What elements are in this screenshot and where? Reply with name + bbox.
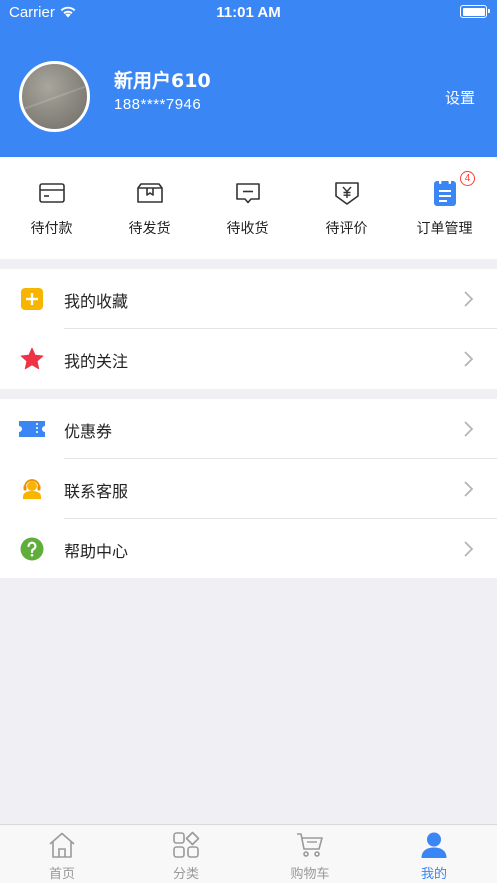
menu-item-favorites[interactable]: 我的收藏 <box>0 269 497 329</box>
status-bar: Carrier 11:01 AM <box>0 0 497 26</box>
cart-icon <box>297 833 323 857</box>
order-management[interactable]: 4 订单管理 <box>395 157 494 259</box>
order-label: 待付款 <box>30 221 73 237</box>
order-shortcuts: 待付款 待发货 待收货 待评价 4 订单管理 <box>0 157 497 259</box>
chevron-right-icon <box>464 351 473 367</box>
ticket-icon <box>19 421 45 437</box>
chevron-right-icon <box>464 541 473 557</box>
menu-group-favorites: 我的收藏 我的关注 <box>0 269 497 389</box>
tab-cart[interactable]: 购物车 <box>248 825 372 883</box>
menu-item-customer-service[interactable]: 联系客服 <box>0 459 497 519</box>
yen-tag-icon <box>335 182 359 205</box>
star-icon <box>20 347 44 370</box>
message-icon <box>236 183 260 204</box>
order-list-icon <box>434 180 456 206</box>
order-pending-review[interactable]: 待评价 <box>297 157 396 259</box>
menu-group-services: 优惠券 联系客服 帮助中心 <box>0 399 497 578</box>
chevron-right-icon <box>464 481 473 497</box>
order-pending-receipt[interactable]: 待收货 <box>198 157 297 259</box>
tab-category[interactable]: 分类 <box>124 825 248 883</box>
order-label: 订单管理 <box>416 221 473 237</box>
chevron-right-icon <box>464 421 473 437</box>
settings-link[interactable]: 设置 <box>445 87 475 108</box>
category-icon <box>173 831 200 858</box>
menu-label: 我的关注 <box>64 352 129 371</box>
tab-mine[interactable]: 我的 <box>372 825 496 883</box>
tab-label: 首页 <box>48 867 75 882</box>
user-icon <box>421 832 447 858</box>
menu-item-following[interactable]: 我的关注 <box>0 329 497 389</box>
package-icon <box>137 183 163 203</box>
plus-square-icon <box>21 288 43 310</box>
order-pending-payment[interactable]: 待付款 <box>2 157 101 259</box>
profile-header: Carrier 11:01 AM 新用户610 188****7946 设置 <box>0 0 497 157</box>
tab-bar: 首页 分类 购物车 我的 <box>0 824 497 883</box>
order-pending-shipment[interactable]: 待发货 <box>100 157 199 259</box>
user-name: 新用户610 <box>114 70 211 92</box>
order-label: 待评价 <box>325 221 368 237</box>
order-label: 待收货 <box>226 221 269 237</box>
tab-label: 分类 <box>172 867 199 882</box>
tab-label: 我的 <box>420 867 447 882</box>
menu-label: 优惠券 <box>64 422 113 441</box>
avatar[interactable] <box>19 61 90 132</box>
user-phone: 188****7946 <box>114 96 202 113</box>
home-icon <box>49 832 75 858</box>
wallet-icon <box>39 183 65 203</box>
tab-home[interactable]: 首页 <box>0 825 124 883</box>
menu-item-help-center[interactable]: 帮助中心 <box>0 519 497 579</box>
order-label: 待发货 <box>128 221 171 237</box>
order-count-badge: 4 <box>460 171 475 186</box>
menu-label: 联系客服 <box>64 482 129 501</box>
clock: 11:01 AM <box>216 4 281 21</box>
battery-icon <box>460 5 490 18</box>
menu-item-coupons[interactable]: 优惠券 <box>0 399 497 459</box>
chevron-right-icon <box>464 291 473 307</box>
headset-icon <box>23 479 41 499</box>
question-icon <box>20 537 44 561</box>
menu-label: 我的收藏 <box>64 292 129 311</box>
tab-label: 购物车 <box>290 867 330 882</box>
menu-label: 帮助中心 <box>64 542 129 561</box>
